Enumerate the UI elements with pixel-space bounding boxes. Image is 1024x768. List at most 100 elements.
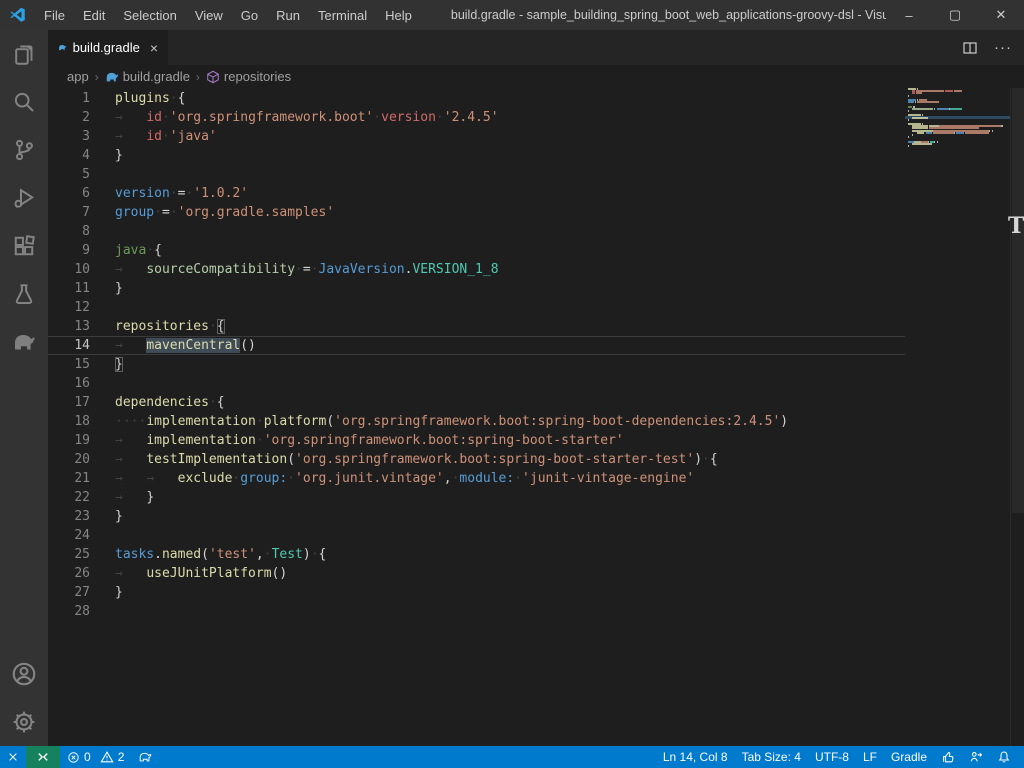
minimize-button[interactable]: – (886, 0, 932, 30)
code-line[interactable]: 7group·=·'org.gradle.samples' (48, 203, 905, 222)
editor-scrollbar[interactable] (1010, 88, 1024, 746)
run-and-debug-icon[interactable] (0, 174, 48, 222)
close-button[interactable]: ✕ (978, 0, 1024, 30)
accounts-icon[interactable] (0, 650, 48, 698)
code-line[interactable]: 5 (48, 165, 905, 184)
explorer-icon[interactable] (0, 30, 48, 78)
eol-selector[interactable]: LF (856, 746, 884, 768)
code-line[interactable]: 19 → implementation·'org.springframework.… (48, 431, 905, 450)
split-editor-icon[interactable] (962, 40, 978, 56)
menu-view[interactable]: View (186, 5, 232, 26)
code-line[interactable]: 22→ } (48, 488, 905, 507)
source-control-icon[interactable] (0, 126, 48, 174)
tab-close-icon[interactable]: × (150, 40, 158, 56)
code-lines[interactable]: 1 plugins·{2→ id·'org.springframework.boo… (48, 89, 905, 621)
search-icon[interactable] (0, 78, 48, 126)
notifications-bell-icon[interactable] (990, 746, 1018, 768)
code-line[interactable]: 6 version·=·'1.0.2' (48, 184, 905, 203)
cursor-position[interactable]: Ln 14, Col 8 (656, 746, 735, 768)
code-line[interactable]: 25tasks.named('test',·Test)·{ (48, 545, 905, 564)
code-text: } (115, 583, 123, 602)
menu-selection[interactable]: Selection (114, 5, 185, 26)
code-line[interactable]: 9java·{ (48, 241, 905, 260)
breadcrumb-build-gradle[interactable]: build.gradle (105, 69, 190, 84)
code-text: repositories·{ (115, 317, 225, 336)
menu-help[interactable]: Help (376, 5, 421, 26)
breadcrumb-repositories[interactable]: repositories (206, 69, 291, 84)
overview-marker: T (1008, 214, 1024, 238)
title-bar: File Edit Selection View Go Run Terminal… (0, 0, 1024, 30)
vscode-logo-icon (9, 6, 27, 24)
activity-bar (0, 30, 48, 746)
menu-run[interactable]: Run (267, 5, 309, 26)
code-line[interactable]: 28 (48, 602, 905, 621)
code-line[interactable]: 8 (48, 222, 905, 241)
line-number: 9 (48, 241, 90, 260)
tab-size[interactable]: Tab Size: 4 (735, 746, 808, 768)
code-line[interactable]: 1 plugins·{ (48, 89, 905, 108)
code-line[interactable]: 24 (48, 526, 905, 545)
breadcrumb-separator: › (93, 70, 101, 84)
editor-area: build.gradle × ··· app › build.gradle (48, 30, 1024, 746)
code-line[interactable]: 15} (48, 355, 905, 374)
extensions-icon[interactable] (0, 222, 48, 270)
menu-terminal[interactable]: Terminal (309, 5, 376, 26)
code-line[interactable]: 14→ mavenCentral() (48, 336, 905, 355)
tab-bar: build.gradle × ··· (48, 30, 1024, 65)
code-text: plugins·{ (115, 89, 185, 108)
line-number: 6 (48, 184, 90, 203)
code-line[interactable]: 3→ id·'java' (48, 127, 905, 146)
code-line[interactable]: 21→ → exclude·group:·'org.junit.vintage'… (48, 469, 905, 488)
scrollbar-slider[interactable] (1012, 88, 1024, 513)
minimap[interactable] (905, 88, 1010, 746)
code-line[interactable]: 4} (48, 146, 905, 165)
remote-indicator[interactable] (26, 746, 60, 768)
code-line[interactable]: 27} (48, 583, 905, 602)
code-line[interactable]: 11} (48, 279, 905, 298)
more-actions-icon[interactable]: ··· (994, 39, 1012, 56)
line-number: 15 (48, 355, 90, 374)
code-line[interactable]: 20→ testImplementation('org.springframew… (48, 450, 905, 469)
gradle-status-icon[interactable] (131, 746, 159, 768)
menu-go[interactable]: Go (232, 5, 267, 26)
status-x-icon[interactable] (0, 746, 26, 768)
language-mode[interactable]: Gradle (884, 746, 934, 768)
code-text: → id·'java' (115, 127, 217, 146)
testing-icon[interactable] (0, 270, 48, 318)
share-person-icon[interactable] (962, 746, 990, 768)
line-number: 28 (48, 602, 90, 621)
gradle-icon[interactable] (0, 318, 48, 366)
code-line[interactable]: 18····implementation·platform('org.sprin… (48, 412, 905, 431)
line-number: 19 (48, 431, 90, 450)
code-line[interactable]: 16 (48, 374, 905, 393)
code-text: → implementation·'org.springframework.bo… (115, 431, 624, 450)
line-number: 24 (48, 526, 90, 545)
code-text: → id·'org.springframework.boot'·version·… (115, 108, 499, 127)
warning-icon (100, 750, 114, 764)
code-line[interactable]: 12 (48, 298, 905, 317)
code-text: version·=·'1.0.2' (115, 184, 248, 203)
tab-build-gradle[interactable]: build.gradle × (48, 30, 168, 65)
menu-edit[interactable]: Edit (74, 5, 114, 26)
encoding[interactable]: UTF-8 (808, 746, 856, 768)
problems-indicator[interactable]: 0 2 (60, 746, 131, 768)
line-number: 5 (48, 165, 90, 184)
maximize-button[interactable]: ▢ (932, 0, 978, 30)
code-text: → → exclude·group:·'org.junit.vintage',·… (115, 469, 694, 488)
settings-gear-icon[interactable] (0, 698, 48, 746)
feedback-thumbsup-icon[interactable] (934, 746, 962, 768)
code-line[interactable]: 13repositories·{ (48, 317, 905, 336)
code-line[interactable]: 17dependencies·{ (48, 393, 905, 412)
line-number: 1 (48, 89, 90, 108)
line-number: 14 (48, 336, 90, 355)
line-number: 18 (48, 412, 90, 431)
code-line[interactable]: 2→ id·'org.springframework.boot'·version… (48, 108, 905, 127)
breadcrumb-app[interactable]: app (67, 69, 89, 84)
code-editor[interactable]: 1 plugins·{2→ id·'org.springframework.boo… (48, 88, 1024, 746)
code-line[interactable]: 23} (48, 507, 905, 526)
code-text: dependencies·{ (115, 393, 225, 412)
menu-file[interactable]: File (35, 5, 74, 26)
code-text: } (115, 355, 123, 374)
code-line[interactable]: 26→ useJUnitPlatform() (48, 564, 905, 583)
code-line[interactable]: 10→ sourceCompatibility·=·JavaVersion.VE… (48, 260, 905, 279)
